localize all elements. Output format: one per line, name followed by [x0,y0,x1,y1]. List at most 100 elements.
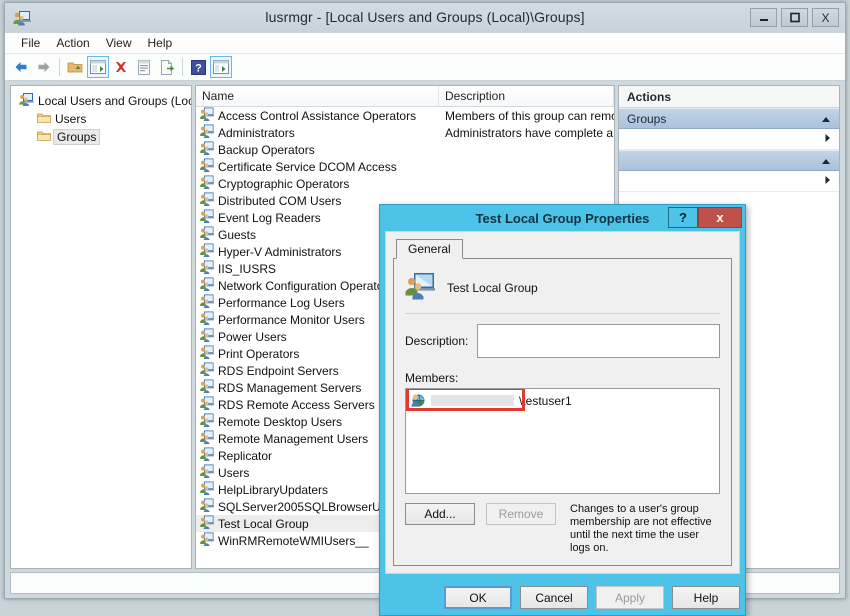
description-input[interactable] [477,324,720,358]
group-name-text: IIS_IUSRS [218,261,277,276]
members-buttons-row: Add... Remove Changes to a user's group … [405,503,720,555]
dialog-close-button[interactable]: x [698,207,742,228]
dialog-footer: OK Cancel Apply Help [385,586,740,610]
table-row[interactable]: Access Control Assistance Operators Membe… [196,107,614,124]
description-label: Description: [405,334,469,348]
group-name-text: RDS Management Servers [218,380,362,395]
group-identity: Test Local Group [405,271,720,305]
group-name-text: Remote Management Users [218,431,369,446]
table-row[interactable]: Certificate Service DCOM Access [196,158,614,175]
member-list-item[interactable]: \testuser1 [408,391,717,410]
menu-item-help[interactable]: Help [140,34,181,52]
chevron-right-icon[interactable] [824,174,831,188]
window-title: lusrmgr - [Local Users and Groups (Local… [265,9,585,25]
redacted-domain [431,395,514,406]
properties-icon[interactable] [133,56,155,78]
cancel-button[interactable]: Cancel [520,586,588,609]
group-icon [200,362,214,379]
help-button[interactable]: Help [672,586,740,609]
actions-row-1[interactable] [619,129,839,150]
main-window: lusrmgr - [Local Users and Groups (Local… [4,2,846,616]
actions-pane-title: Actions [619,86,839,108]
group-icon [200,141,214,158]
group-icon [200,311,214,328]
actions-section-header-groups-label: Groups [627,111,667,126]
show-hide-console-tree-icon[interactable] [87,56,109,78]
user-account-icon [411,392,426,410]
computer-users-icon [19,92,34,110]
tree-item-users[interactable]: Users [15,110,187,128]
membership-note: Changes to a user's group membership are… [570,503,712,554]
column-header-description[interactable]: Description [439,86,614,106]
menu-item-file[interactable]: File [13,34,48,52]
group-icon [200,277,214,294]
menu-item-action[interactable]: Action [48,34,97,52]
group-name-text: WinRMRemoteWMIUsers__ [218,533,369,548]
group-name-text: Test Local Group [218,516,309,531]
group-name-cell: Certificate Service DCOM Access [196,158,439,175]
forward-icon[interactable] [33,56,55,78]
dialog-tab-strip: General [393,239,732,259]
tab-general[interactable]: General [396,239,463,259]
tree-item-root[interactable]: Local Users and Groups (Local) [15,92,191,110]
dialog-help-button[interactable]: ? [668,207,698,228]
chevron-up-icon[interactable] [821,154,831,168]
apply-button: Apply [596,586,664,609]
maximize-button[interactable] [781,8,808,27]
group-name-text: Users [218,465,250,480]
show-hide-action-pane-icon[interactable] [210,56,232,78]
group-name-label: Test Local Group [447,281,538,295]
close-button[interactable]: X [812,8,839,27]
group-name-text: Remote Desktop Users [218,414,343,429]
group-icon [200,481,214,498]
export-list-icon[interactable] [156,56,178,78]
remove-member-button: Remove [486,503,556,525]
tab-panel-general: Test Local Group Description: Members: \… [393,259,732,566]
group-icon [200,328,214,345]
minimize-button[interactable] [750,8,777,27]
group-name-text: Administrators [218,125,295,140]
group-icon [200,464,214,481]
up-folder-icon[interactable] [64,56,86,78]
back-icon[interactable] [10,56,32,78]
group-icon [200,209,214,226]
ok-button[interactable]: OK [444,586,512,609]
tree-item-groups[interactable]: Groups [15,128,187,146]
members-list[interactable]: \testuser1 [405,388,720,494]
column-header-name[interactable]: Name [196,86,439,106]
window-body: Local Users and Groups (Local) Users Gro… [5,81,845,616]
table-row[interactable]: Backup Operators [196,141,614,158]
chevron-right-icon[interactable] [824,132,831,146]
actions-section-header-groups[interactable]: Groups [619,108,839,129]
menu-item-view[interactable]: View [98,34,140,52]
dialog-body: General Test Local Group Description: Me… [385,231,740,574]
add-member-button[interactable]: Add... [405,503,475,525]
chevron-up-icon[interactable] [821,112,831,126]
dialog-controls: ? x [668,207,742,228]
group-icon [200,430,214,447]
tree-item-users-label: Users [55,112,87,126]
table-row[interactable]: Cryptographic Operators [196,175,614,192]
group-name-text: Guests [218,227,257,242]
tree-item-groups-label: Groups [53,129,101,145]
group-name-text: Performance Log Users [218,295,345,310]
actions-section-header-2[interactable] [619,150,839,171]
group-name-cell: Access Control Assistance Operators [196,107,439,124]
group-name-text: Event Log Readers [218,210,321,225]
member-name: \testuser1 [519,393,572,408]
svg-text:?: ? [195,62,202,74]
window-controls: X [750,8,839,27]
table-row[interactable]: Administrators Administrators have comple… [196,124,614,141]
group-name-text: Network Configuration Operators [218,278,394,293]
group-icon [200,447,214,464]
actions-row-2[interactable] [619,171,839,192]
group-name-text: RDS Endpoint Servers [218,363,339,378]
delete-icon[interactable] [110,56,132,78]
help-icon[interactable]: ? [187,56,209,78]
dialog-title-bar: Test Local Group Properties ? x [380,205,745,231]
group-icon [200,124,214,141]
toolbar-separator [59,58,60,76]
group-properties-dialog: Test Local Group Properties ? x General [379,204,746,616]
group-icon [200,498,214,515]
group-icon [200,107,214,124]
